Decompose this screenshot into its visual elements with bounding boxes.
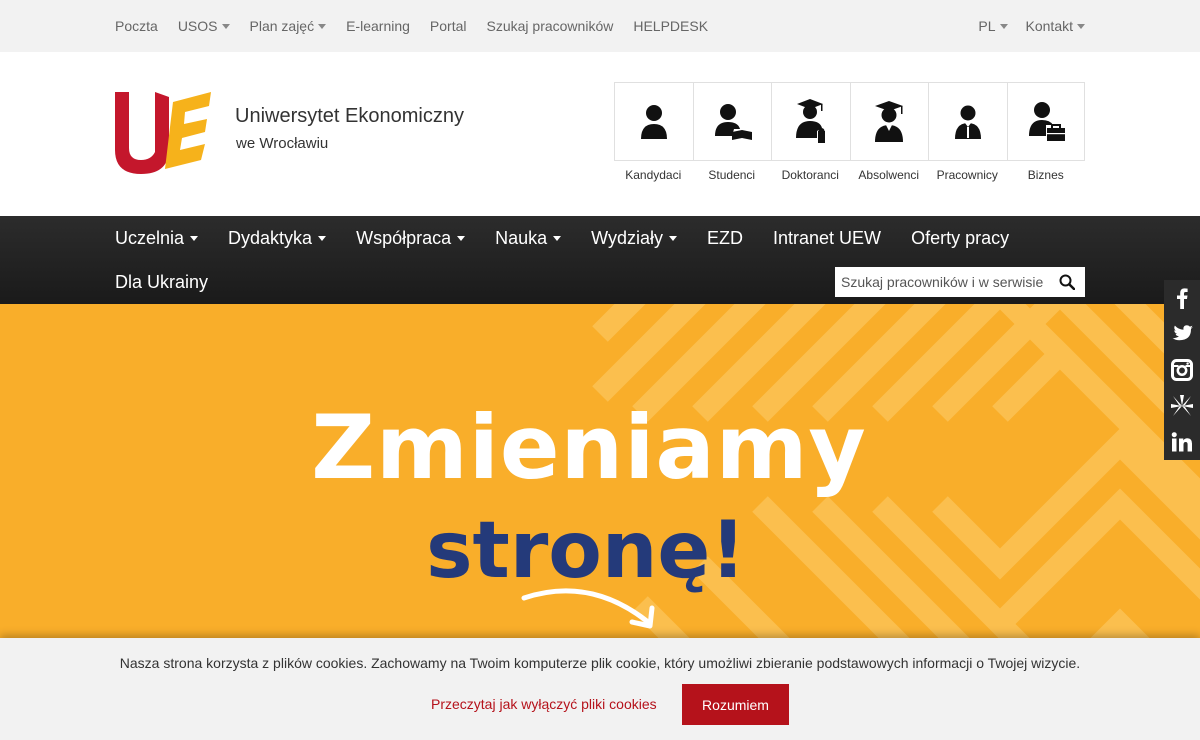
group-absolwenci[interactable]: Absolwenci [849,82,928,182]
main-nav-row-2: Dla Ukrainy [115,261,208,304]
chevron-down-icon [457,236,466,241]
group-icon-box [849,82,928,161]
group-icon-box [928,82,1007,161]
facebook-link[interactable] [1164,280,1200,316]
graduate-icon [875,100,904,142]
hero-title: Zmieniamy [311,396,867,499]
nav-item-dla-ukrainy[interactable]: Dla Ukrainy [115,272,208,293]
university-name: Uniwersytet Ekonomiczny [235,105,464,127]
twitter-icon [1172,325,1193,341]
nav-item-oferty-pracy[interactable]: Oferty pracy [911,228,1009,249]
social-links [1164,280,1200,460]
cookie-notice-text: Nasza strona korzysta z plików cookies. … [119,655,1081,671]
group-pracownicy[interactable]: Pracownicy [928,82,1007,182]
chevron-down-icon [221,23,230,29]
linkedin-link[interactable] [1164,424,1200,460]
utility-link-portal[interactable]: Portal [430,18,467,34]
group-biznes[interactable]: Biznes [1006,82,1085,182]
cookie-info-link[interactable]: Przeczytaj jak wyłączyć pliki cookies [431,696,657,712]
employee-icon [954,105,981,139]
main-nav-row: Uczelnia Dydaktyka Współpraca Nauka Wydz… [115,216,1009,261]
nav-item-wspolpraca[interactable]: Współpraca [356,228,466,249]
group-icon-box [771,82,850,161]
search-icon [1059,274,1075,290]
utility-link-e-learning[interactable]: E-learning [346,18,410,34]
site-search [835,267,1085,297]
utility-link-plan-zajec[interactable]: Plan zajęć [250,18,327,34]
instagram-icon [1171,359,1193,381]
chevron-down-icon [318,236,327,241]
instagram-link[interactable] [1164,352,1200,388]
utility-links: Poczta USOS Plan zajęć E-learning Portal… [115,0,708,52]
facebook-icon [1177,288,1188,309]
utility-link-szukaj-pracownikow[interactable]: Szukaj pracowników [487,18,614,34]
candidate-icon [640,104,667,139]
utility-right: PL Kontakt [978,0,1085,52]
audience-groups: Kandydaci Studenci Doktoranci Absolwenci… [614,82,1085,182]
nav-item-wydzialy[interactable]: Wydziały [591,228,678,249]
site-header: Uniwersytet Ekonomiczny we Wrocławiu Kan… [0,52,1200,216]
chevron-down-icon [318,23,327,29]
linkedin-icon [1171,432,1192,452]
group-icon-box [614,82,693,161]
chevron-down-icon [190,236,199,241]
nav-item-intranet[interactable]: Intranet UEW [773,228,881,249]
chevron-down-icon [669,236,678,241]
group-icon-box [692,82,771,161]
student-icon [715,103,753,140]
nav-item-ezd[interactable]: EZD [707,228,743,249]
search-button[interactable] [1050,267,1084,297]
nav-item-uczelnia[interactable]: Uczelnia [115,228,199,249]
group-doktoranci[interactable]: Doktoranci [771,82,850,182]
utility-bar: Poczta USOS Plan zajęć E-learning Portal… [0,0,1200,52]
utility-link-usos[interactable]: USOS [178,18,230,34]
language-selector[interactable]: PL [978,18,1008,34]
starflower-link[interactable] [1164,388,1200,424]
contact-menu[interactable]: Kontakt [1026,18,1085,34]
main-navigation: Uczelnia Dydaktyka Współpraca Nauka Wydz… [0,216,1200,304]
twitter-link[interactable] [1164,316,1200,352]
ue-logo-icon [115,92,211,174]
chevron-down-icon [1077,23,1085,29]
search-input[interactable] [835,267,1050,297]
group-icon-box [1006,82,1085,161]
utility-link-poczta[interactable]: Poczta [115,18,158,34]
utility-link-helpdesk[interactable]: HELPDESK [633,18,708,34]
chevron-down-icon [553,236,562,241]
cookie-consent-bar: Nasza strona korzysta z plików cookies. … [0,638,1200,740]
business-icon [1028,101,1065,141]
group-studenci[interactable]: Studenci [692,82,771,182]
nav-item-dydaktyka[interactable]: Dydaktyka [228,228,327,249]
starflower-icon [1171,395,1193,416]
university-location: we Wrocławiu [236,135,329,152]
doctoral-icon [795,98,825,143]
group-kandydaci[interactable]: Kandydaci [614,82,693,182]
nav-item-nauka[interactable]: Nauka [495,228,562,249]
chevron-down-icon [999,23,1008,29]
accept-cookies-button[interactable]: Rozumiem [682,684,789,725]
